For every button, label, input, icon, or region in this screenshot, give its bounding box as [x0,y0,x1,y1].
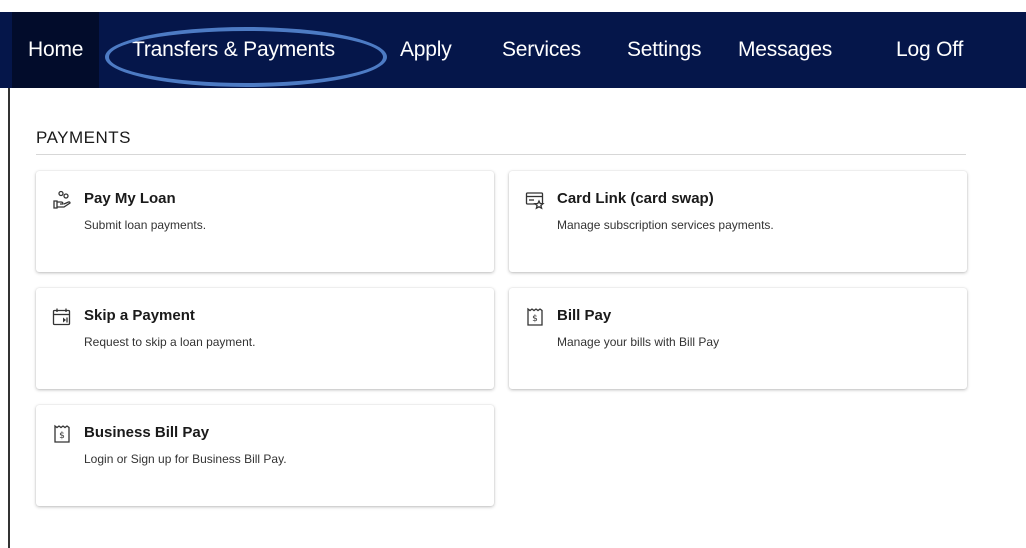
card-card-link[interactable]: Card Link (card swap) Manage subscriptio… [509,171,967,272]
receipt-dollar-icon: $ [52,424,72,444]
calendar-skip-icon [52,307,72,327]
card-title: Skip a Payment [84,307,195,324]
card-title: Card Link (card swap) [557,190,714,207]
main-nav: Home Transfers & Payments Apply Services… [0,12,1026,88]
svg-text:$: $ [532,314,538,324]
card-bill-pay[interactable]: $ Bill Pay Manage your bills with Bill P… [509,288,967,389]
nav-services[interactable]: Services [502,12,581,88]
card-description: Request to skip a loan payment. [84,335,256,349]
card-title: Business Bill Pay [84,424,210,441]
card-star-icon [525,190,545,210]
card-skip-a-payment[interactable]: Skip a Payment Request to skip a loan pa… [36,288,494,389]
section-divider [36,154,966,155]
section-title: PAYMENTS [36,128,131,147]
nav-transfers-payments[interactable]: Transfers & Payments [132,12,335,88]
nav-settings[interactable]: Settings [627,12,701,88]
card-description: Login or Sign up for Business Bill Pay. [84,452,287,466]
svg-text:$: $ [59,431,65,441]
content-border [8,88,10,548]
nav-apply[interactable]: Apply [400,12,452,88]
card-pay-my-loan[interactable]: Pay My Loan Submit loan payments. [36,171,494,272]
card-description: Manage subscription services payments. [557,218,774,232]
card-title: Pay My Loan [84,190,176,207]
card-description: Manage your bills with Bill Pay [557,335,720,349]
card-description: Submit loan payments. [84,218,207,232]
top-strip [0,0,1026,12]
card-business-bill-pay[interactable]: $ Business Bill Pay Login or Sign up for… [36,405,494,506]
card-title: Bill Pay [557,307,612,324]
nav-log-off[interactable]: Log Off [896,12,963,88]
hand-coins-icon [52,190,72,210]
nav-home[interactable]: Home [12,12,100,88]
nav-messages[interactable]: Messages [738,12,832,88]
receipt-dollar-icon: $ [525,307,545,327]
